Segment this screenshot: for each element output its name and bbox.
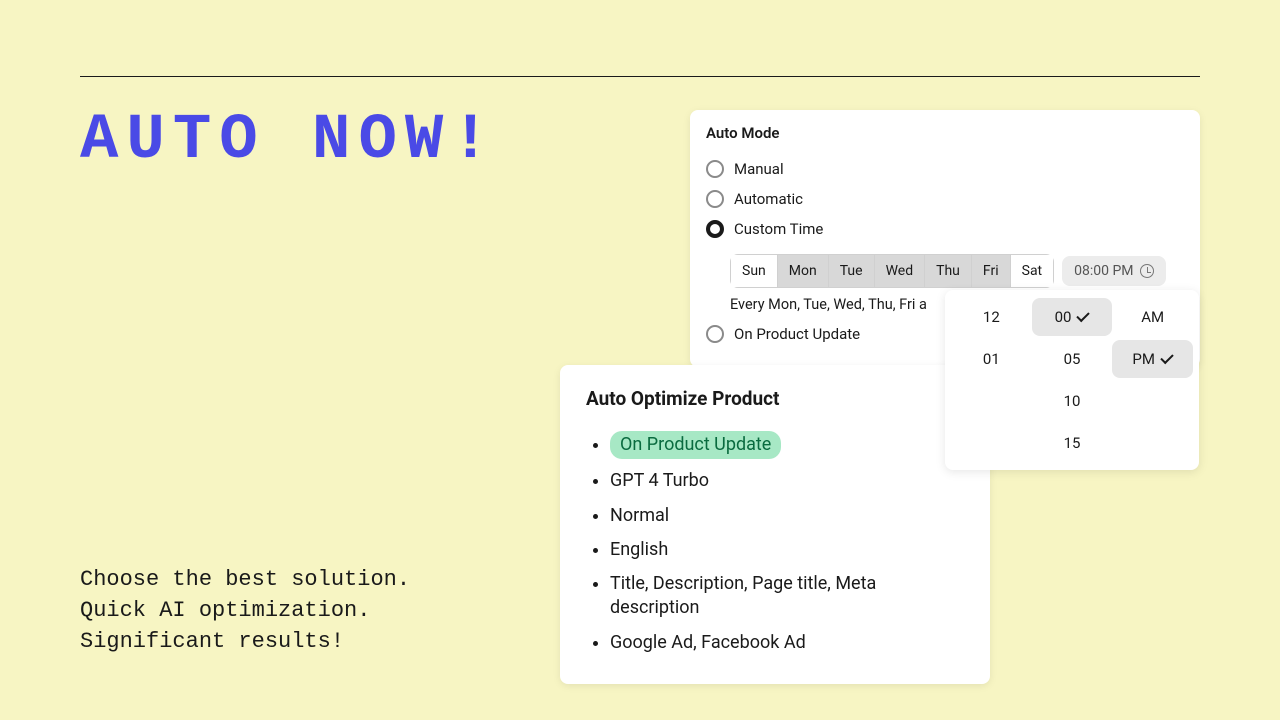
radio-manual[interactable]: Manual — [690, 154, 1200, 184]
radio-custom-time[interactable]: Custom Time — [690, 214, 1200, 244]
time-col-hours: 12 01 — [951, 298, 1032, 462]
tagline-line-2: Quick AI optimization. — [80, 596, 410, 627]
radio-label: Automatic — [734, 190, 803, 208]
minute-label: 00 — [1055, 308, 1072, 326]
auto-optimize-card: Auto Optimize Product On Product Update … — [560, 365, 990, 684]
hour-option-01[interactable]: 01 — [951, 340, 1032, 378]
time-col-ampm: AM PM — [1112, 298, 1193, 462]
hour-option-12[interactable]: 12 — [951, 298, 1032, 336]
list-item: Title, Description, Page title, Meta des… — [610, 567, 964, 626]
day-sun[interactable]: Sun — [730, 254, 778, 288]
time-input[interactable]: 08:00 PM — [1062, 256, 1165, 286]
radio-label: On Product Update — [734, 325, 860, 343]
check-icon — [1160, 351, 1173, 364]
day-fri[interactable]: Fri — [972, 254, 1011, 288]
highlight-badge: On Product Update — [610, 431, 781, 459]
tagline-line-1: Choose the best solution. — [80, 565, 410, 596]
day-wed[interactable]: Wed — [875, 254, 926, 288]
day-pills: Sun Mon Tue Wed Thu Fri Sat — [730, 254, 1054, 288]
ampm-option-pm[interactable]: PM — [1112, 340, 1193, 378]
time-col-minutes: 00 05 10 15 — [1032, 298, 1113, 462]
time-value: 08:00 PM — [1074, 263, 1133, 279]
day-mon[interactable]: Mon — [778, 254, 829, 288]
list-item: Google Ad, Facebook Ad — [610, 626, 964, 660]
optimize-list: On Product Update GPT 4 Turbo Normal Eng… — [586, 426, 964, 660]
check-icon — [1077, 309, 1090, 322]
minute-option-05[interactable]: 05 — [1032, 340, 1113, 378]
list-item: English — [610, 533, 964, 567]
ampm-label: PM — [1132, 350, 1155, 368]
tagline-line-3: Significant results! — [80, 627, 410, 658]
hero-title: AUTO NOW! — [80, 105, 498, 177]
day-tue[interactable]: Tue — [829, 254, 875, 288]
radio-label: Custom Time — [734, 220, 823, 238]
radio-label: Manual — [734, 160, 784, 178]
minute-option-15[interactable]: 15 — [1032, 424, 1113, 462]
radio-automatic[interactable]: Automatic — [690, 184, 1200, 214]
day-thu[interactable]: Thu — [925, 254, 972, 288]
radio-icon — [706, 190, 724, 208]
radio-icon — [706, 325, 724, 343]
radio-icon-selected — [706, 220, 724, 238]
ampm-option-am[interactable]: AM — [1112, 298, 1193, 336]
clock-icon — [1140, 264, 1154, 278]
radio-icon — [706, 160, 724, 178]
minute-option-10[interactable]: 10 — [1032, 382, 1113, 420]
auto-mode-title: Auto Mode — [690, 124, 1200, 154]
hero-tagline: Choose the best solution. Quick AI optim… — [80, 565, 410, 657]
list-item: Normal — [610, 499, 964, 533]
top-divider — [80, 76, 1200, 77]
day-selector-row: Sun Mon Tue Wed Thu Fri Sat 08:00 PM — [690, 244, 1200, 294]
minute-option-00[interactable]: 00 — [1032, 298, 1113, 336]
list-item: On Product Update — [610, 426, 964, 464]
optimize-title: Auto Optimize Product — [586, 387, 964, 410]
list-item: GPT 4 Turbo — [610, 464, 964, 498]
day-sat[interactable]: Sat — [1011, 254, 1055, 288]
time-picker-dropdown: 12 01 00 05 10 15 AM PM — [945, 290, 1199, 470]
